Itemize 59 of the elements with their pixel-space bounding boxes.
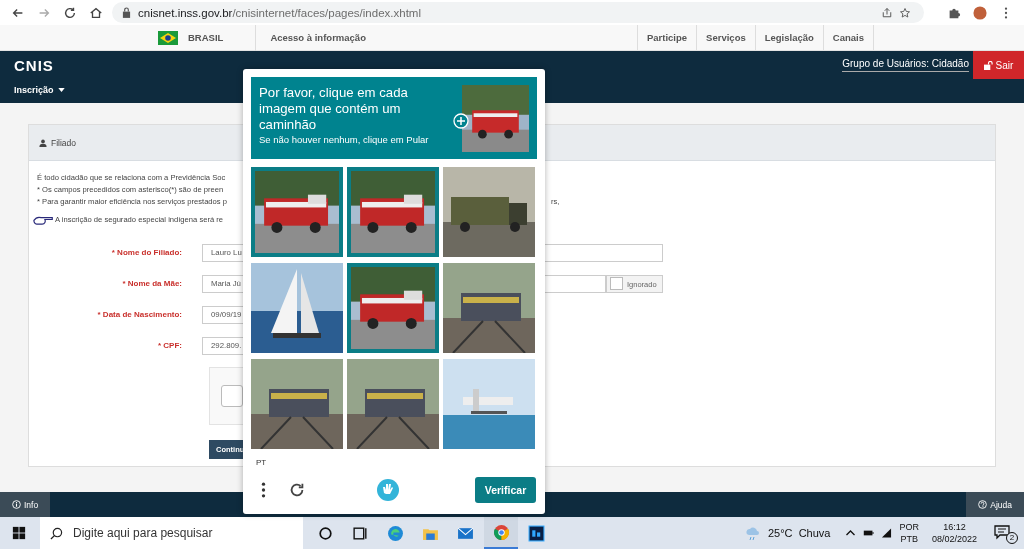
taskbar-search-field[interactable]: Digite aqui para pesquisar (40, 517, 303, 549)
chrome-icon (492, 523, 510, 541)
photoshop-icon[interactable] (528, 524, 545, 542)
field-label: * Nome da Mãe: (121, 279, 182, 288)
chevron-up-icon[interactable] (845, 528, 857, 538)
chat-icon (994, 524, 1010, 540)
weather-icon (744, 525, 761, 541)
verify-button[interactable]: Verificar (475, 477, 536, 503)
logo: CNIS (14, 57, 54, 74)
captcha-hint: Se não houver nenhum, clique em Pular (259, 134, 430, 145)
weather-text[interactable]: 25°C Chuva (767, 527, 831, 539)
language-label[interactable]: PT (256, 458, 270, 467)
flag-icon (158, 30, 178, 45)
user-group: Grupo de Usuários: Cidadão (842, 58, 969, 72)
field-label: * Data de Nascimento: (96, 310, 182, 319)
panel-title: Filiado (51, 137, 77, 148)
clock[interactable]: 16:12 08/02/2022 (931, 521, 977, 545)
unlock-icon (983, 60, 993, 70)
info-icon (12, 500, 21, 509)
gov-link[interactable]: Serviços (696, 25, 755, 50)
task-view-icon[interactable] (352, 524, 369, 542)
checkbox[interactable] (221, 385, 243, 407)
share-icon[interactable] (881, 6, 893, 19)
help-icon (978, 500, 988, 509)
gov-link[interactable]: Canais (822, 25, 874, 50)
home-icon[interactable] (89, 5, 103, 20)
more-icon[interactable] (261, 481, 266, 499)
field-label: * CPF: (157, 341, 182, 350)
battery-icon[interactable] (863, 528, 875, 538)
country-label[interactable]: BRASIL (188, 32, 224, 43)
windows-icon[interactable] (12, 526, 26, 540)
help-button[interactable]: Ajuda (966, 492, 1024, 517)
person-icon (39, 138, 47, 147)
logout-button[interactable]: Sair (973, 51, 1024, 79)
inscricao-menu[interactable]: Inscrição (0, 83, 80, 95)
gov-link[interactable]: Participe (636, 25, 697, 50)
notification-button[interactable]: 2 (994, 522, 1018, 544)
address-bar[interactable]: cnisnet.inss.gov.br/cnisinternet/faces/pages/index.xhtml (112, 2, 924, 23)
reload-icon[interactable] (63, 5, 77, 20)
refresh-icon[interactable] (288, 481, 306, 499)
field-label: * Nome do Filiado: (110, 248, 182, 257)
pointing-hand-icon (33, 214, 55, 225)
language-indicator[interactable]: POR PTB (899, 521, 919, 545)
captcha-prompt: Por favor, clique em cada imagem que contém um caminhão (259, 85, 409, 133)
search-icon (50, 526, 63, 540)
cortana-icon[interactable] (317, 524, 334, 542)
avatar-icon[interactable] (973, 5, 987, 20)
chrome-app-tab[interactable] (484, 517, 518, 549)
lock-icon (122, 7, 131, 18)
caret-icon (57, 88, 65, 92)
info-button[interactable]: Info (0, 492, 51, 517)
gov-link[interactable]: Legislação (754, 25, 823, 50)
notification-count: 2 (1006, 532, 1018, 544)
edge-icon[interactable] (387, 524, 404, 542)
hand-logo-icon (376, 478, 400, 502)
star-icon[interactable] (899, 6, 911, 19)
plus-icon (453, 113, 469, 129)
wifi-icon[interactable] (881, 528, 893, 538)
access-link[interactable]: Acesso à informação (255, 24, 366, 51)
